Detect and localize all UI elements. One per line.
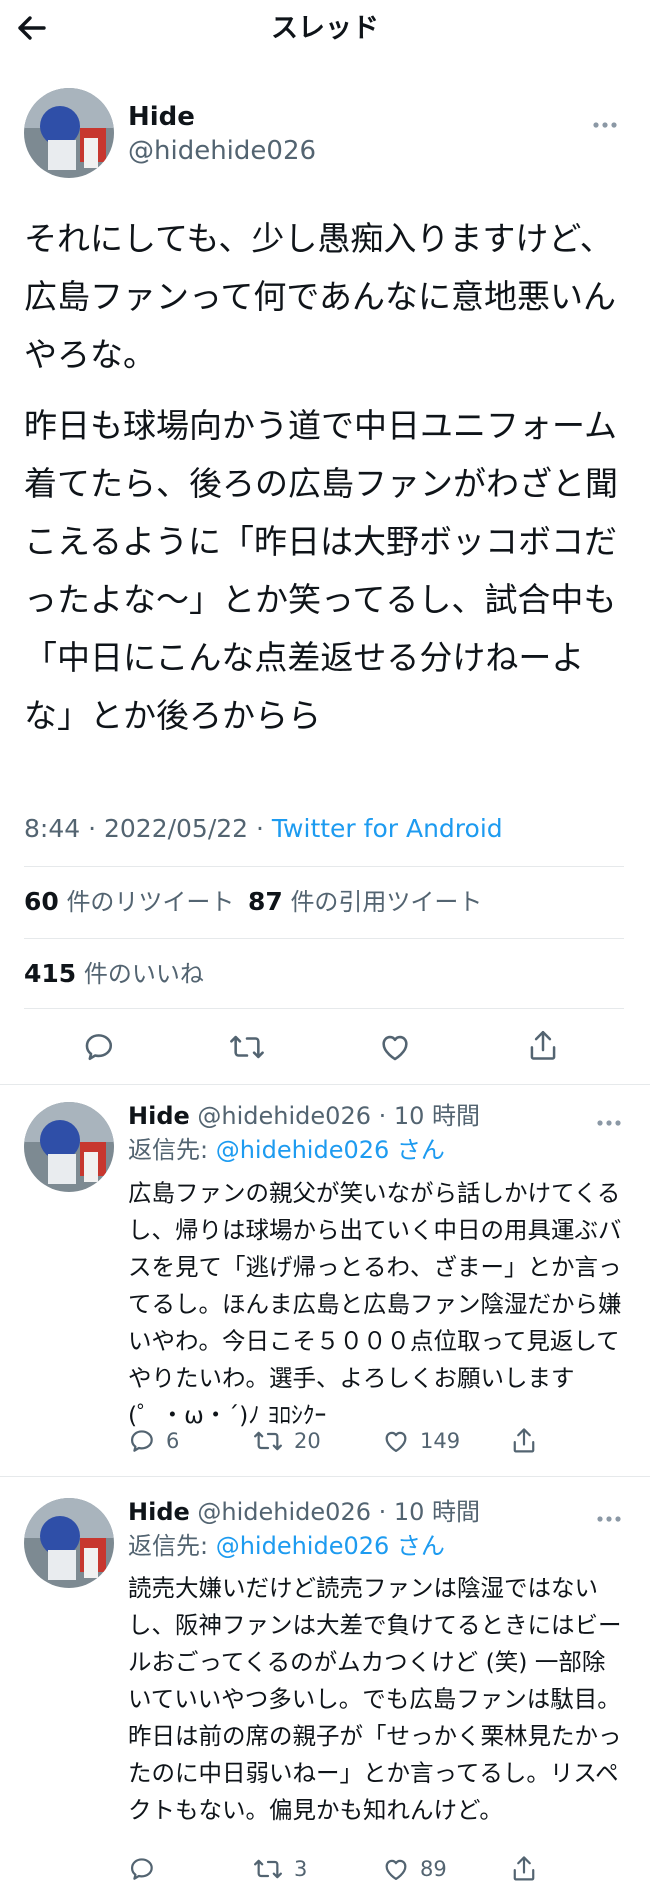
like-button[interactable]: 149 bbox=[382, 1424, 460, 1458]
like-button[interactable]: 89 bbox=[382, 1852, 447, 1886]
like-count: 89 bbox=[420, 1857, 447, 1881]
time-date: 8:44 · 2022/05/22 · bbox=[24, 814, 272, 843]
reply-header[interactable]: Hide @hidehide026 · 10 時間 bbox=[128, 1497, 480, 1527]
heart-icon[interactable] bbox=[378, 1030, 412, 1064]
tweet-text-paragraph: 昨日も球場向かう道で中日ユニフォーム着てたら、後ろの広島ファンがわざと聞こえるよ… bbox=[24, 406, 618, 735]
handle-time: @hidehide026 · 10 時間 bbox=[189, 1498, 481, 1526]
avatar[interactable] bbox=[24, 88, 114, 178]
share-icon[interactable] bbox=[526, 1028, 560, 1064]
handle-time: @hidehide026 · 10 時間 bbox=[189, 1102, 481, 1130]
retweet-count: 3 bbox=[294, 1857, 308, 1881]
divider bbox=[0, 1084, 650, 1085]
divider bbox=[0, 1476, 650, 1477]
share-button[interactable] bbox=[510, 1424, 538, 1458]
more-horizontal-icon[interactable] bbox=[596, 1508, 622, 1522]
like-count: 149 bbox=[420, 1429, 461, 1453]
avatar[interactable] bbox=[24, 1102, 114, 1192]
reply-header[interactable]: Hide @hidehide026 · 10 時間 bbox=[128, 1101, 480, 1131]
like-count[interactable]: 415 件のいいね bbox=[24, 958, 204, 990]
reply-to-line: 返信先: @hidehide026 さん bbox=[128, 1532, 445, 1560]
retweet-button[interactable]: 20 bbox=[252, 1424, 321, 1458]
retweet-icon bbox=[252, 1855, 284, 1883]
retweet-count[interactable]: 60 件のリツイート bbox=[24, 886, 234, 918]
heart-icon bbox=[382, 1855, 410, 1883]
speech-bubble-icon[interactable] bbox=[82, 1030, 116, 1064]
heart-icon bbox=[382, 1427, 410, 1455]
reply-button[interactable] bbox=[128, 1852, 166, 1886]
retweet-icon[interactable] bbox=[228, 1030, 266, 1064]
share-icon bbox=[510, 1426, 538, 1456]
share-button[interactable] bbox=[510, 1852, 538, 1886]
more-horizontal-icon[interactable] bbox=[596, 1112, 622, 1126]
reply-button[interactable]: 6 bbox=[128, 1424, 179, 1458]
author-name[interactable]: Hide bbox=[128, 102, 195, 132]
avatar[interactable] bbox=[24, 1498, 114, 1588]
speech-bubble-icon bbox=[128, 1855, 156, 1883]
author-name[interactable]: Hide bbox=[128, 1498, 190, 1526]
author-name[interactable]: Hide bbox=[128, 1102, 190, 1130]
more-horizontal-icon[interactable] bbox=[592, 114, 618, 128]
divider bbox=[24, 866, 624, 867]
reply-action-bar: 6 20 149 bbox=[128, 1424, 628, 1458]
reply-to-link[interactable]: @hidehide026 さん bbox=[216, 1532, 445, 1560]
page-title: スレッド bbox=[271, 13, 379, 44]
top-bar: スレッド bbox=[0, 0, 650, 58]
reply-action-bar: 3 89 bbox=[128, 1852, 628, 1886]
retweet-button[interactable]: 3 bbox=[252, 1852, 307, 1886]
divider bbox=[24, 1008, 624, 1009]
retweet-count: 20 bbox=[294, 1429, 321, 1453]
reply-count: 6 bbox=[166, 1429, 180, 1453]
reply-to-link[interactable]: @hidehide026 さん bbox=[216, 1136, 445, 1164]
author-handle[interactable]: @hidehide026 bbox=[128, 136, 316, 166]
retweet-icon bbox=[252, 1427, 284, 1455]
quote-count[interactable]: 87 件の引用ツイート bbox=[248, 886, 482, 918]
source-link[interactable]: Twitter for Android bbox=[272, 814, 503, 843]
speech-bubble-icon bbox=[128, 1427, 156, 1455]
reply-to-line: 返信先: @hidehide026 さん bbox=[128, 1136, 445, 1164]
tweet-text-paragraph: それにしても、少し愚痴入りますけど、広島ファンって何であんなに意地悪いんやろな。 bbox=[24, 219, 617, 374]
reply-text: 広島ファンの親父が笑いながら話しかけてくるし、帰りは球場から出ていく中日の用具運… bbox=[128, 1179, 622, 1429]
share-icon bbox=[510, 1854, 538, 1884]
reply-text: 読売大嫌いだけど読売ファンは陰湿ではないし、阪神ファンは大差で負けてるときにはビ… bbox=[128, 1574, 622, 1824]
divider bbox=[24, 938, 624, 939]
tweet-timestamp: 8:44 · 2022/05/22 · Twitter for Android bbox=[24, 812, 503, 846]
